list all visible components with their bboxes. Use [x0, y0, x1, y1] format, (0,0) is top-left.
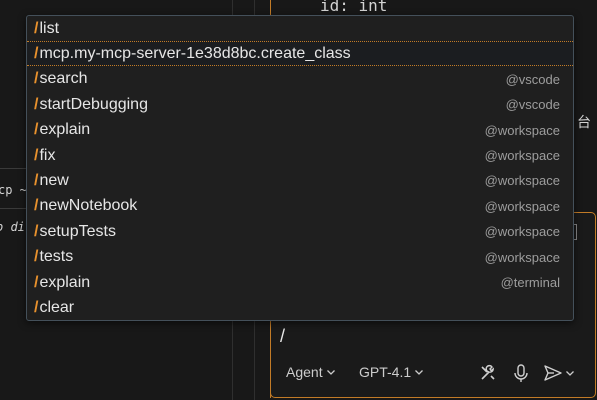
model-dropdown[interactable]: GPT-4.1 — [359, 364, 424, 380]
command-scope: @workspace — [484, 148, 560, 163]
mode-dropdown[interactable]: Agent — [286, 364, 336, 380]
slash-prefix: / — [34, 146, 39, 164]
command-item[interactable]: / startDebugging @vscode — [27, 92, 573, 117]
slash-prefix: / — [34, 248, 39, 266]
chat-toolbar: Agent GPT-4.1 — [278, 360, 588, 388]
command-item[interactable]: / fix @workspace — [27, 143, 573, 168]
editor-window: id: int cp ~ o di 台 / Agent GPT-4.1 — [0, 0, 597, 400]
chevron-down-icon[interactable] — [564, 362, 576, 384]
command-name: mcp.my-mcp-server-1e38d8bc.create_class — [39, 44, 351, 62]
command-item[interactable]: / setupTests @workspace — [27, 219, 573, 244]
slash-prefix: / — [34, 197, 39, 215]
command-name: explain — [39, 121, 91, 139]
command-name: newNotebook — [39, 197, 138, 215]
command-item[interactable]: / new @workspace — [27, 168, 573, 193]
command-name: search — [39, 70, 88, 88]
command-scope: @workspace — [484, 249, 560, 265]
command-item[interactable]: / clear — [27, 295, 573, 320]
command-scope: @workspace — [484, 173, 560, 189]
command-item[interactable]: / newNotebook @workspace — [27, 194, 573, 219]
chevron-down-icon — [414, 364, 424, 380]
slash-prefix: / — [34, 19, 39, 37]
slash-prefix: / — [34, 95, 39, 113]
command-item[interactable]: / search @vscode — [27, 67, 573, 92]
command-name: clear — [39, 298, 75, 316]
command-scope: @workspace — [484, 122, 560, 138]
slash-command-popup: / list / mcp.my-mcp-server-1e38d8bc.create_… — [26, 15, 574, 321]
slash-prefix: / — [34, 44, 39, 62]
tools-icon[interactable] — [477, 362, 499, 384]
command-item[interactable]: / mcp.my-mcp-server-1e38d8bc.create_class — [27, 41, 573, 67]
command-scope: @terminal — [500, 275, 560, 290]
command-name: list — [39, 19, 60, 37]
chevron-down-icon — [326, 364, 336, 380]
command-name: tests — [39, 248, 74, 266]
command-item[interactable]: / list — [27, 16, 573, 41]
terminal-fragment-1: cp ~ — [0, 183, 27, 197]
microphone-icon[interactable] — [510, 362, 532, 384]
slash-prefix: / — [34, 70, 39, 88]
slash-prefix: / — [34, 171, 39, 189]
send-icon[interactable] — [542, 362, 564, 384]
edge-glyph: 台 — [577, 114, 591, 130]
chat-input-field[interactable]: / — [280, 326, 285, 347]
command-scope: @vscode — [505, 97, 560, 113]
command-scope: @workspace — [484, 198, 560, 214]
slash-prefix: / — [34, 121, 39, 139]
command-scope: @vscode — [505, 71, 560, 87]
slash-prefix: / — [34, 273, 39, 291]
slash-prefix: / — [34, 222, 39, 240]
command-name: explain — [39, 273, 91, 291]
slash-prefix: / — [34, 298, 39, 316]
command-item[interactable]: / explain @workspace — [27, 118, 573, 143]
terminal-fragment-2: o di — [0, 220, 25, 234]
command-item[interactable]: / explain @terminal — [27, 270, 573, 295]
command-name: setupTests — [39, 222, 116, 240]
model-label: GPT-4.1 — [359, 364, 412, 380]
command-scope: @workspace — [484, 224, 560, 240]
command-name: fix — [39, 146, 56, 164]
command-name: new — [39, 171, 69, 189]
command-name: startDebugging — [39, 95, 148, 113]
command-item[interactable]: / tests @workspace — [27, 245, 573, 270]
mode-label: Agent — [286, 364, 323, 380]
